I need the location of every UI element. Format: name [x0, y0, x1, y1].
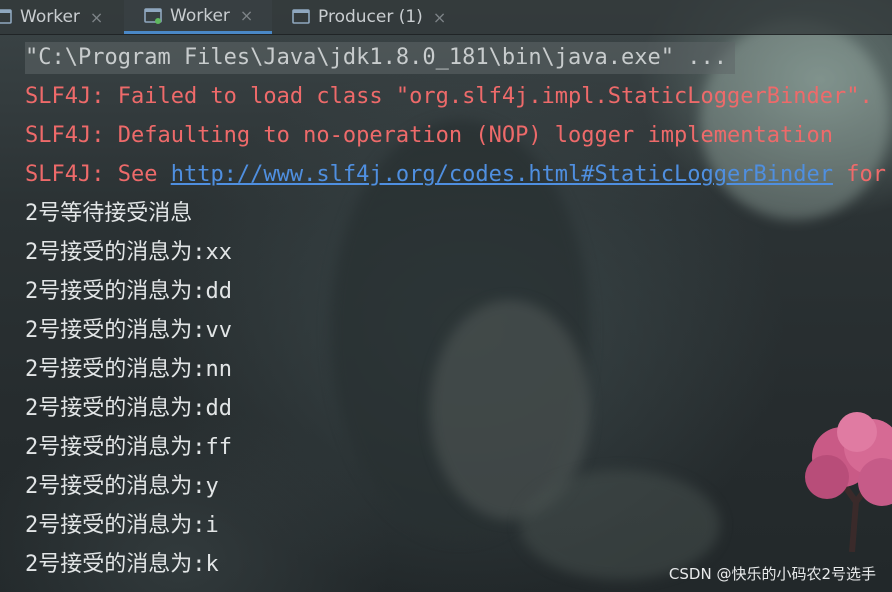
- tab-label: Worker: [20, 7, 80, 27]
- slf4j-docs-link[interactable]: http://www.slf4j.org/codes.html#StaticLo…: [171, 162, 833, 187]
- console-line: "C:\Program Files\Java\jdk1.8.0_181\bin\…: [25, 38, 892, 77]
- tab-producer[interactable]: Producer (1) ×: [292, 0, 462, 34]
- console-output-line: 2号接受的消息为:i: [25, 513, 219, 538]
- tab-worker-2[interactable]: Worker ×: [124, 0, 272, 34]
- console-output-line: 2号接受的消息为:vv: [25, 318, 232, 343]
- console-output-line: 2号接受的消息为:dd: [25, 279, 232, 304]
- console-error-line: SLF4J: Failed to load class "org.slf4j.i…: [25, 84, 873, 109]
- console-icon: [0, 9, 12, 24]
- console-icon: [144, 7, 162, 24]
- console-output-line: 2号等待接受消息: [25, 201, 193, 226]
- console-error-line: SLF4J: See http://www.slf4j.org/codes.ht…: [25, 155, 892, 194]
- console-output-line: 2号接受的消息为:nn: [25, 357, 232, 382]
- tab-label: Producer (1): [318, 7, 423, 27]
- console-output-line: 2号接受的消息为:ff: [25, 435, 232, 460]
- console-output-line: 2号接受的消息为:xx: [25, 240, 232, 265]
- close-icon[interactable]: ×: [90, 8, 103, 27]
- error-prefix-text: SLF4J: See: [25, 162, 171, 187]
- tab-worker-1[interactable]: Worker ×: [0, 0, 112, 34]
- console-icon: [292, 9, 310, 24]
- console-error-line: SLF4J: Defaulting to no-operation (NOP) …: [25, 123, 833, 148]
- console-output[interactable]: "C:\Program Files\Java\jdk1.8.0_181\bin\…: [25, 38, 892, 584]
- ide-console-window: Worker × Worker × Producer (1) × "C:\Pro…: [0, 0, 892, 592]
- tab-label: Worker: [170, 5, 230, 26]
- close-icon[interactable]: ×: [433, 8, 446, 27]
- console-output-line: 2号接受的消息为:y: [25, 474, 219, 499]
- error-suffix-text: for further details.: [846, 162, 892, 187]
- csdn-watermark: CSDN @快乐的小码农2号选手: [668, 565, 876, 583]
- console-output-line: 2号接受的消息为:dd: [25, 396, 232, 421]
- close-icon[interactable]: ×: [240, 6, 253, 25]
- run-tab-bar: Worker × Worker × Producer (1) ×: [0, 0, 892, 35]
- command-line-text[interactable]: "C:\Program Files\Java\jdk1.8.0_181\bin\…: [25, 42, 735, 74]
